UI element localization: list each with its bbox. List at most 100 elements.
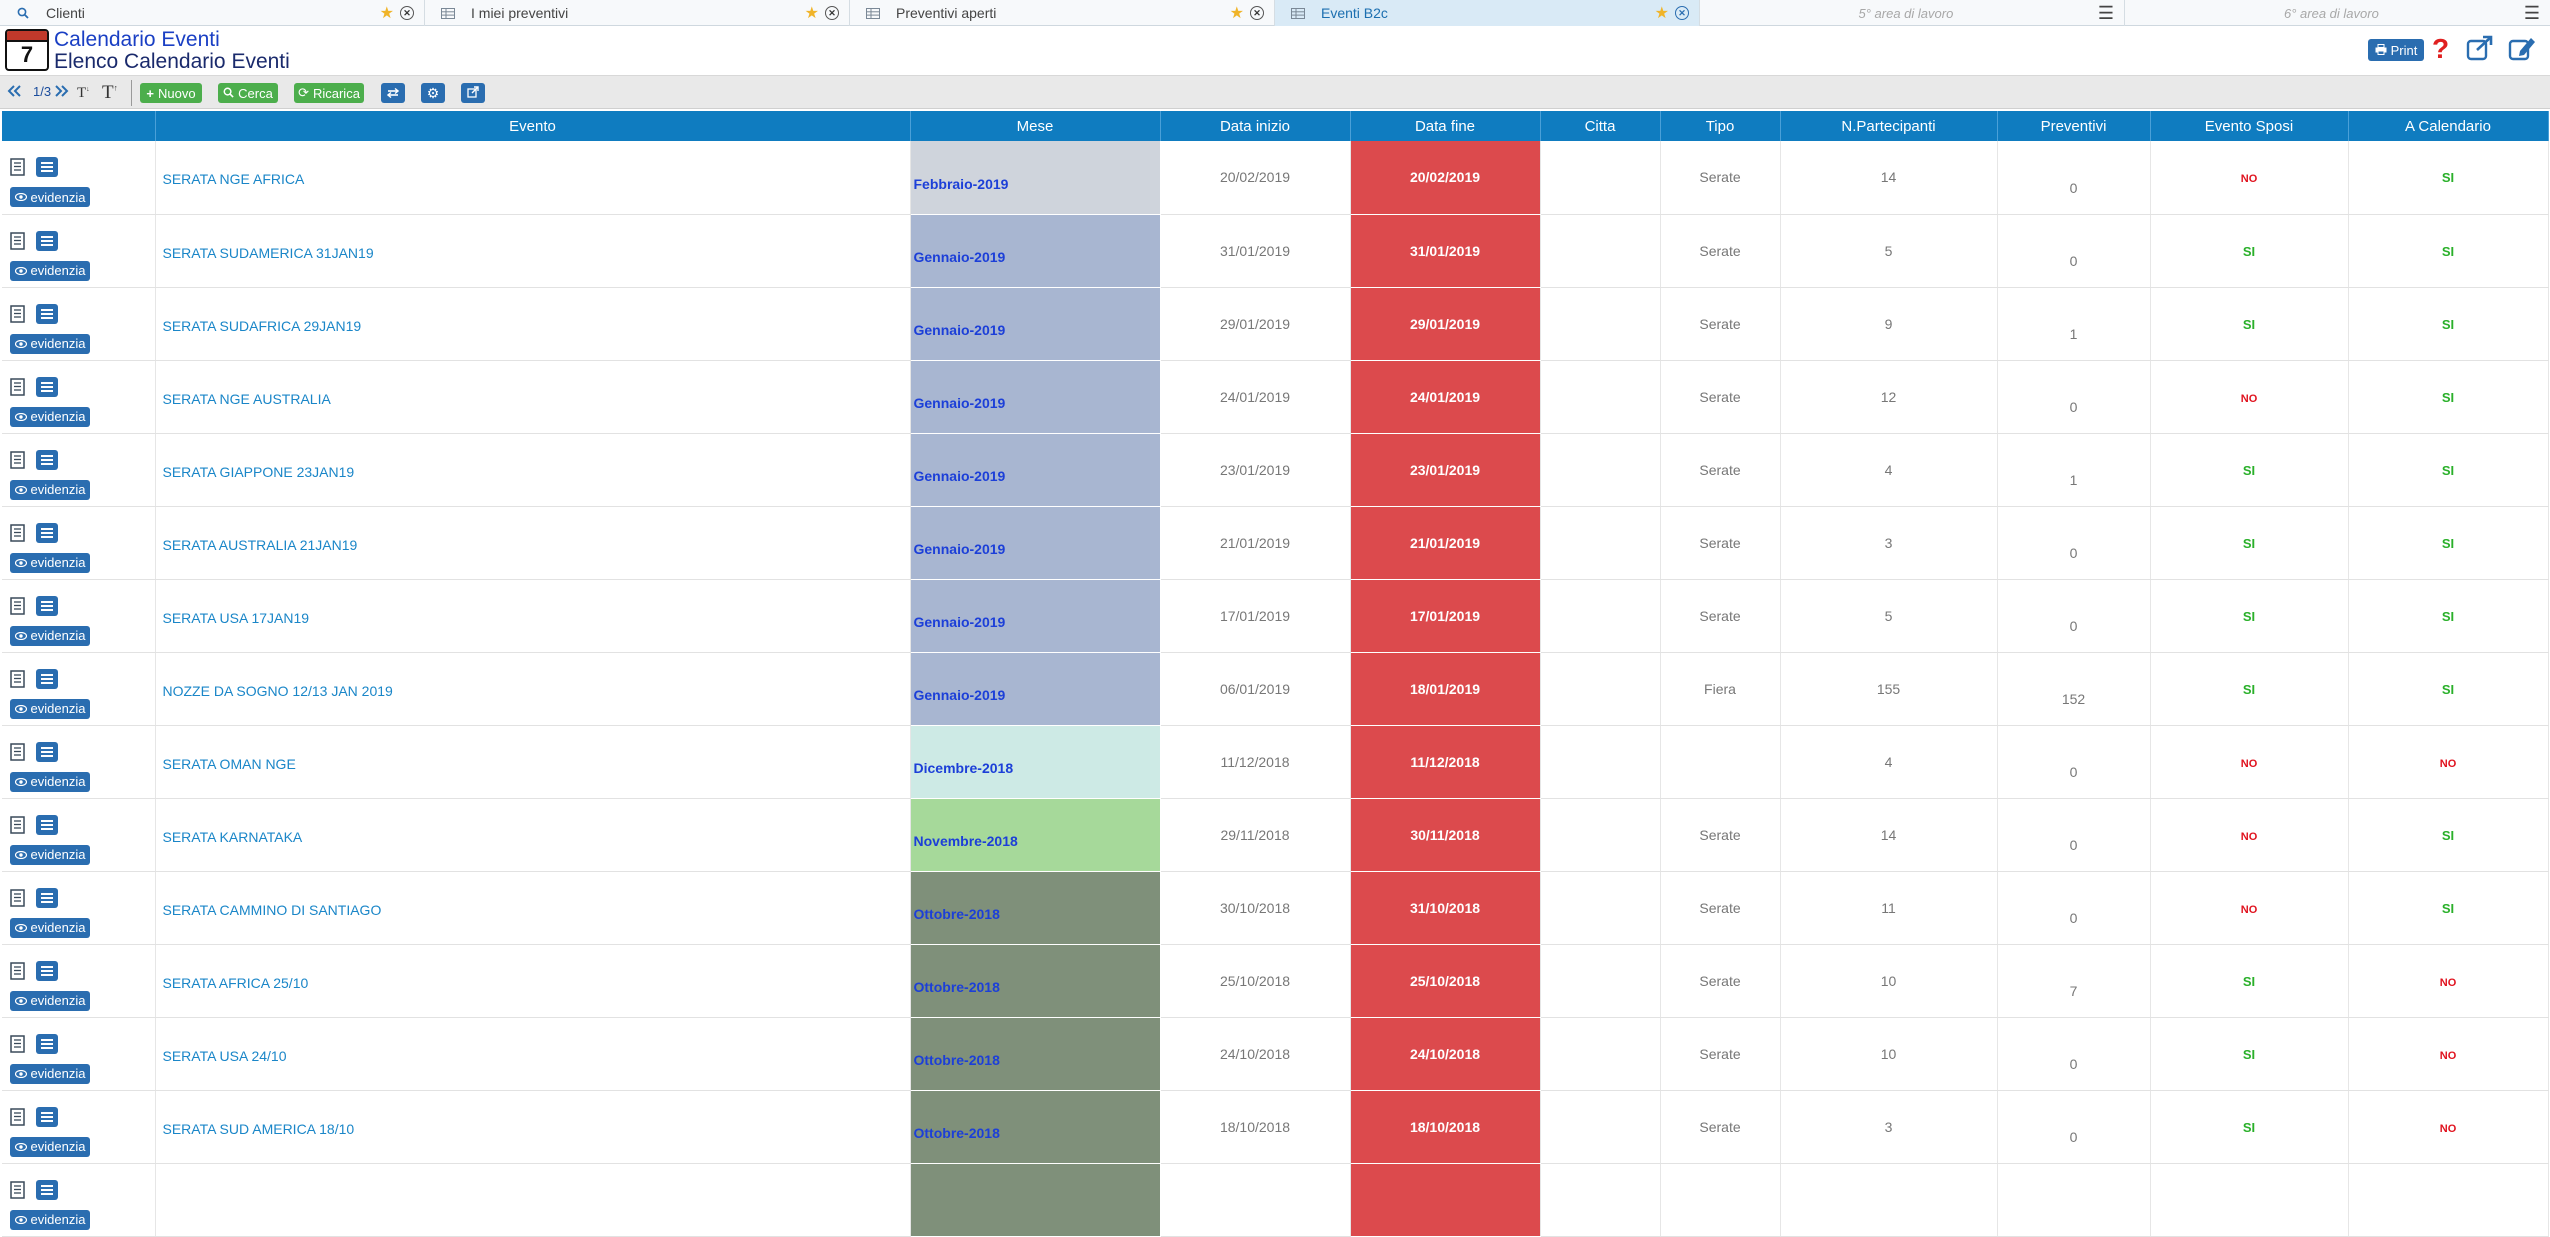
evidenzia-button[interactable]: evidenzia: [10, 552, 90, 573]
open-external-button[interactable]: [461, 83, 485, 103]
column-header[interactable]: Citta: [1540, 111, 1661, 141]
font-increase-icon[interactable]: T↑: [102, 82, 118, 104]
column-header[interactable]: Evento Sposi: [2150, 111, 2349, 141]
column-header[interactable]: A Calendario: [2348, 111, 2549, 141]
document-icon[interactable]: [10, 377, 26, 396]
list-button[interactable]: [36, 1106, 58, 1127]
list-button[interactable]: [36, 814, 58, 835]
search-button[interactable]: Cerca: [218, 83, 278, 103]
close-icon[interactable]: ✕: [1250, 6, 1264, 20]
list-button[interactable]: [36, 887, 58, 908]
swap-button[interactable]: [381, 83, 405, 103]
document-icon[interactable]: [10, 888, 26, 907]
event-name-link[interactable]: NOZZE DA SOGNO 12/13 JAN 2019: [155, 652, 911, 726]
document-icon[interactable]: [10, 158, 26, 176]
tab-preventivi-aperti[interactable]: Preventivi aperti ★ ✕: [850, 0, 1275, 26]
close-icon[interactable]: ✕: [1675, 6, 1689, 20]
list-button[interactable]: [36, 230, 58, 251]
table-row[interactable]: evidenzia SERATA AUSTRALIA 21JAN19 Gennaio…: [2, 506, 2549, 580]
table-row[interactable]: evidenzia SERATA USA 17JAN19 Gennaio-2019 1…: [2, 579, 2549, 653]
document-icon[interactable]: [10, 596, 26, 615]
evidenzia-button[interactable]: evidenzia: [10, 1063, 90, 1084]
document-icon[interactable]: [10, 231, 26, 250]
evidenzia-button[interactable]: evidenzia: [10, 187, 90, 208]
tab-clienti[interactable]: Clienti ★ ✕: [0, 0, 425, 26]
list-button[interactable]: [36, 1033, 58, 1054]
column-header[interactable]: Tipo: [1660, 111, 1781, 141]
table-row[interactable]: evidenzia SERATA OMAN NGE Dicembre-2018 11/…: [2, 725, 2549, 799]
evidenzia-button[interactable]: evidenzia: [10, 260, 90, 281]
reload-button[interactable]: ⟳ Ricarica: [294, 83, 364, 103]
tab-area-5[interactable]: 5° area di lavoro ☰: [1700, 0, 2125, 26]
evidenzia-button[interactable]: evidenzia: [10, 1136, 90, 1157]
help-icon[interactable]: ?: [2432, 33, 2449, 65]
event-name-link[interactable]: SERATA USA 17JAN19: [155, 579, 911, 653]
table-row[interactable]: evidenzia SERATA GIAPPONE 23JAN19 Gennaio-…: [2, 433, 2549, 507]
menu-icon[interactable]: ☰: [2098, 3, 2114, 24]
evidenzia-button[interactable]: evidenzia: [10, 333, 90, 354]
star-icon[interactable]: ★: [805, 3, 819, 23]
tab-area-6[interactable]: 6° area di lavoro ☰: [2125, 0, 2550, 26]
document-icon[interactable]: [10, 1180, 26, 1199]
event-name-link[interactable]: SERATA AUSTRALIA 21JAN19: [155, 506, 911, 580]
next-page-icon[interactable]: [54, 83, 70, 104]
evidenzia-button[interactable]: evidenzia: [10, 844, 90, 865]
document-icon[interactable]: [10, 1034, 26, 1053]
document-icon[interactable]: [10, 304, 26, 323]
tab-miei-preventivi[interactable]: I miei preventivi ★ ✕: [425, 0, 850, 26]
event-name-link[interactable]: SERATA NGE AUSTRALIA: [155, 360, 911, 434]
document-icon[interactable]: [10, 815, 26, 834]
list-button[interactable]: [36, 668, 58, 689]
event-name-link[interactable]: SERATA NGE AFRICA: [155, 141, 911, 215]
star-icon[interactable]: ★: [1230, 3, 1244, 23]
evidenzia-button[interactable]: evidenzia: [10, 625, 90, 646]
list-button[interactable]: [36, 960, 58, 981]
table-row[interactable]: evidenzia SERATA NGE AUSTRALIA Gennaio-201…: [2, 360, 2549, 434]
menu-icon[interactable]: ☰: [2524, 3, 2540, 24]
document-icon[interactable]: [10, 523, 26, 542]
tab-eventi-b2c[interactable]: Eventi B2c ★ ✕: [1275, 0, 1700, 26]
column-header[interactable]: Data inizio: [1160, 111, 1351, 141]
evidenzia-button[interactable]: evidenzia: [10, 1209, 90, 1230]
document-icon[interactable]: [10, 450, 26, 469]
event-name-link[interactable]: SERATA SUDAFRICA 29JAN19: [155, 287, 911, 361]
event-name-link[interactable]: SERATA CAMMINO DI SANTIAGO: [155, 871, 911, 945]
list-button[interactable]: [36, 157, 58, 178]
evidenzia-button[interactable]: evidenzia: [10, 406, 90, 427]
document-icon[interactable]: [10, 961, 26, 980]
list-button[interactable]: [36, 595, 58, 616]
evidenzia-button[interactable]: evidenzia: [10, 771, 90, 792]
table-row[interactable]: evidenzia SERATA USA 24/10 Ottobre-2018 24/…: [2, 1017, 2549, 1091]
event-name-link[interactable]: SERATA SUDAMERICA 31JAN19: [155, 214, 911, 288]
column-header[interactable]: Preventivi: [1997, 111, 2151, 141]
new-button[interactable]: + Nuovo: [140, 83, 202, 103]
print-button[interactable]: Print: [2368, 39, 2424, 61]
list-button[interactable]: [36, 303, 58, 324]
column-header[interactable]: N.Partecipanti: [1780, 111, 1998, 141]
first-page-icon[interactable]: [6, 83, 22, 104]
document-icon[interactable]: [10, 1107, 26, 1126]
event-name-link[interactable]: SERATA AFRICA 25/10: [155, 944, 911, 1018]
column-header[interactable]: Mese: [910, 111, 1161, 141]
evidenzia-button[interactable]: evidenzia: [10, 990, 90, 1011]
list-button[interactable]: [36, 376, 58, 397]
external-link-icon[interactable]: [2466, 35, 2494, 61]
list-button[interactable]: [36, 449, 58, 470]
list-button[interactable]: [36, 741, 58, 762]
table-row[interactable]: evidenzia SERATA CAMMINO DI SANTIAGO Ottob…: [2, 871, 2549, 945]
evidenzia-button[interactable]: evidenzia: [10, 917, 90, 938]
edit-icon[interactable]: [2508, 35, 2536, 61]
list-button[interactable]: [36, 522, 58, 543]
font-decrease-icon[interactable]: T↓: [77, 85, 90, 102]
table-row[interactable]: evidenzia NOZZE DA SOGNO 12/13 JAN 2019 Ge…: [2, 652, 2549, 726]
column-header[interactable]: Data fine: [1350, 111, 1541, 141]
column-header[interactable]: Evento: [155, 111, 911, 141]
table-row[interactable]: evidenzia SERATA KARNATAKA Novembre-2018 29…: [2, 798, 2549, 872]
table-row[interactable]: evidenzia SERATA AFRICA 25/10 Ottobre-2018…: [2, 944, 2549, 1018]
event-name-link[interactable]: SERATA OMAN NGE: [155, 725, 911, 799]
close-icon[interactable]: ✕: [825, 6, 839, 20]
table-row[interactable]: evidenzia SERATA SUD AMERICA 18/10 Ottobre…: [2, 1090, 2549, 1164]
document-icon[interactable]: [10, 742, 26, 761]
list-button[interactable]: [36, 1179, 58, 1200]
star-icon[interactable]: ★: [1655, 3, 1669, 23]
